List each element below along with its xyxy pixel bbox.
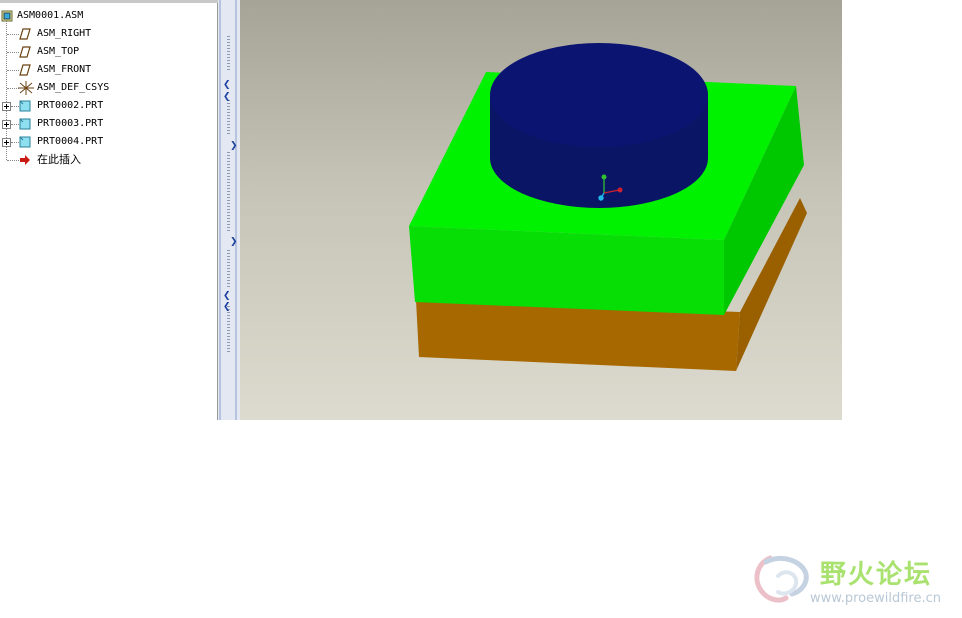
expand-right-arrow-icon[interactable]: ❯ xyxy=(230,237,238,247)
watermark-title: 野火论坛 xyxy=(820,560,933,590)
assembly-icon xyxy=(1,10,13,22)
expand-toggle-prt0002[interactable] xyxy=(2,102,11,111)
green-block-front-face xyxy=(409,226,724,315)
tree-item-asm-right[interactable]: ASM_RIGHT xyxy=(0,25,200,43)
collapse-left-arrow-icon[interactable]: ❮ xyxy=(223,291,231,301)
splitter-edge xyxy=(219,0,221,420)
datum-plane-icon xyxy=(19,28,31,40)
coordinate-system-icon xyxy=(18,81,34,95)
tree-item-label: PRT0003.PRT xyxy=(37,118,104,129)
tree-item-label: PRT0002.PRT xyxy=(37,100,104,111)
watermark-url: www.proewildfire.cn xyxy=(810,591,941,606)
tree-item-label: ASM_TOP xyxy=(37,46,80,57)
tree-item-label: ASM_FRONT xyxy=(37,64,92,75)
tree-item-asm-front[interactable]: ASM_FRONT xyxy=(0,61,200,79)
tree-item-asm-top[interactable]: ASM_TOP xyxy=(0,43,200,61)
part-icon xyxy=(19,100,31,112)
tree-item-prt0002[interactable]: PRT0002.PRT xyxy=(14,97,200,115)
tree-item-prt0003[interactable]: PRT0003.PRT xyxy=(14,115,200,133)
tree-item-label: 在此插入 xyxy=(37,153,81,166)
part-icon xyxy=(19,136,31,148)
insert-here-arrow-icon xyxy=(20,155,30,165)
flame-logo-icon xyxy=(754,555,809,603)
expand-toggle-prt0003[interactable] xyxy=(2,120,11,129)
collapse-left-arrow-icon[interactable]: ❮ xyxy=(223,92,231,102)
datum-plane-icon xyxy=(19,46,31,58)
part-icon xyxy=(19,118,31,130)
forum-watermark: 野火论坛 www.proewildfire.cn xyxy=(752,548,952,612)
tree-item-label: PRT0004.PRT xyxy=(37,136,104,147)
collapse-left-arrow-icon[interactable]: ❮ xyxy=(223,302,231,312)
splitter-edge xyxy=(235,0,237,420)
tree-header-edge xyxy=(0,0,218,3)
splitter-grip[interactable] xyxy=(227,250,230,288)
datum-plane-icon xyxy=(19,64,31,76)
collapse-left-arrow-icon[interactable]: ❮ xyxy=(223,80,231,90)
expand-toggle-prt0004[interactable] xyxy=(2,138,11,147)
splitter-grip[interactable] xyxy=(227,152,230,232)
tree-item-label: ASM0001.ASM xyxy=(17,10,84,21)
tree-item-label: ASM_RIGHT xyxy=(37,28,92,39)
cylinder-top-face xyxy=(490,43,708,147)
expand-right-arrow-icon[interactable]: ❯ xyxy=(230,141,238,151)
splitter-grip[interactable] xyxy=(227,36,230,72)
splitter-grip[interactable] xyxy=(227,306,230,352)
model-render[interactable] xyxy=(240,0,842,420)
tree-item-insert-here[interactable]: 在此插入 xyxy=(0,151,200,169)
tree-item-asm-def-csys[interactable]: ASM_DEF_CSYS xyxy=(0,79,200,97)
tree-root-asm0001[interactable]: ASM0001.ASM xyxy=(0,7,200,25)
panel-splitter[interactable]: ❮ ❮ ❯ ❯ ❮ ❮ xyxy=(218,0,240,420)
graphics-viewport[interactable] xyxy=(240,0,842,420)
tree-item-label: ASM_DEF_CSYS xyxy=(37,82,110,93)
splitter-grip[interactable] xyxy=(227,100,230,136)
tree-item-prt0004[interactable]: PRT0004.PRT xyxy=(14,133,200,151)
model-tree-panel: ASM0001.ASM ASM_RIGHT ASM_TOP ASM_FRONT … xyxy=(0,0,218,420)
